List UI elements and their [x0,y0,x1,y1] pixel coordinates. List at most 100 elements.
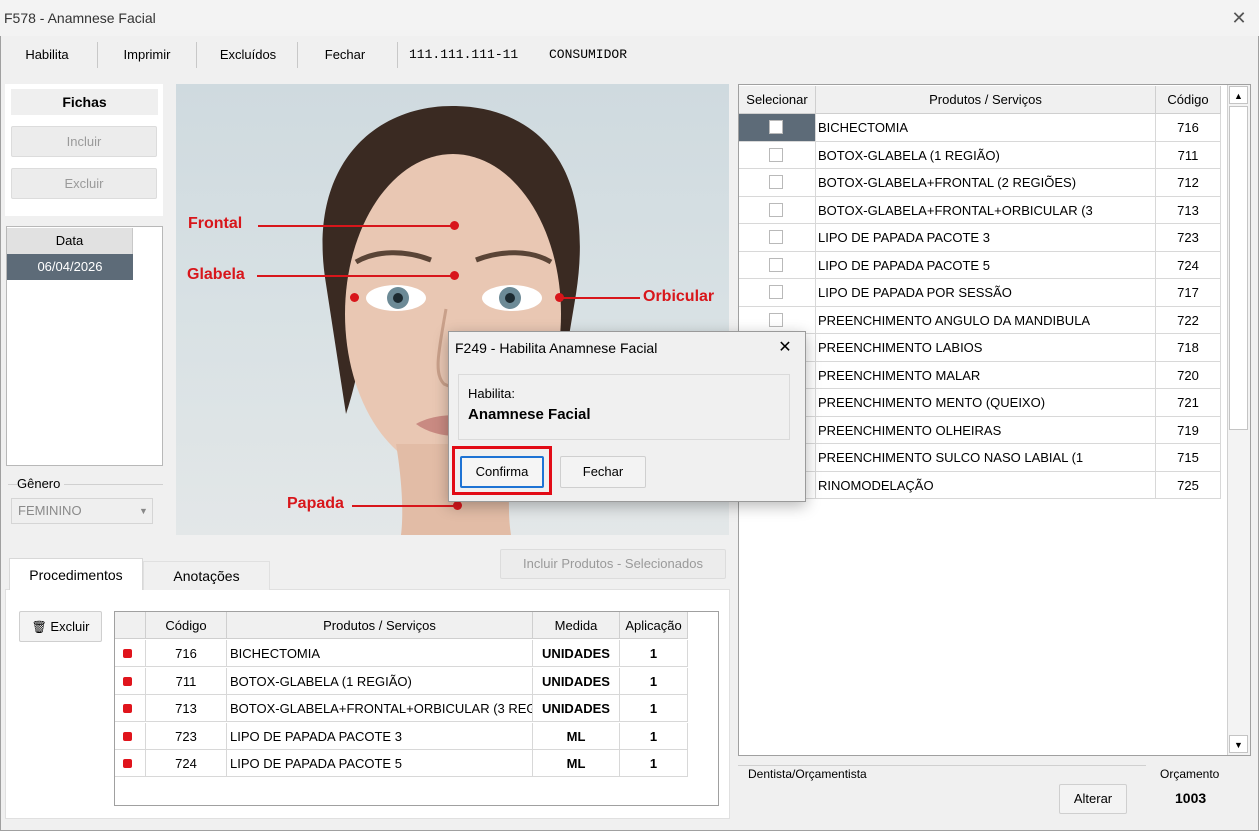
tab-anotacoes[interactable]: Anotações [143,561,270,590]
produto-nome[interactable]: PREENCHIMENTO ANGULO DA MANDIBULA [816,306,1156,334]
scrollbar-thumb[interactable] [1229,106,1248,430]
procedimento-produto[interactable]: BICHECTOMIA [227,640,533,667]
habilita-button[interactable]: Habilita [16,44,78,66]
indicator-header [115,612,146,639]
produto-nome[interactable]: PREENCHIMENTO LABIOS [816,334,1156,362]
select-checkbox[interactable] [769,175,783,189]
incluir-selecionados-button[interactable]: Incluir Produtos - Selecionados [500,549,726,579]
procedimento-aplicacao[interactable]: 1 [620,750,688,777]
glabela-line [257,275,454,277]
imprimir-button[interactable]: Imprimir [114,44,180,66]
produto-codigo[interactable]: 718 [1156,334,1221,362]
produto-codigo[interactable]: 717 [1156,279,1221,307]
status-dot-icon [123,649,132,658]
scroll-down-arrow-icon[interactable]: ▼ [1229,735,1248,753]
produto-nome[interactable]: LIPO DE PAPADA PACOTE 5 [816,251,1156,279]
column-header-produtos-servicos[interactable]: Produtos / Serviços [816,86,1156,114]
select-cell[interactable] [739,224,816,252]
produto-nome[interactable]: PREENCHIMENTO MENTO (QUEIXO) [816,389,1156,417]
dialog-fechar-button[interactable]: Fechar [560,456,646,488]
fechar-button[interactable]: Fechar [312,44,378,66]
alterar-button[interactable]: Alterar [1059,784,1127,814]
produto-codigo[interactable]: 723 [1156,224,1221,252]
procedimento-aplicacao[interactable]: 1 [620,695,688,722]
produto-nome[interactable]: PREENCHIMENTO MALAR [816,361,1156,389]
procedimento-produto[interactable]: BOTOX-GLABELA (1 REGIÃO) [227,667,533,695]
select-checkbox[interactable] [769,230,783,244]
procedimento-medida[interactable]: ML [533,750,620,777]
select-checkbox[interactable] [769,285,783,299]
produto-codigo[interactable]: 713 [1156,196,1221,224]
window-close-button[interactable]: ✕ [1226,6,1252,30]
procedimento-medida[interactable]: UNIDADES [533,640,620,667]
select-cell[interactable] [739,196,816,224]
produto-nome[interactable]: BOTOX-GLABELA+FRONTAL (2 REGIÕES) [816,169,1156,197]
select-cell[interactable] [739,279,816,307]
excluidos-button[interactable]: Excluídos [210,44,286,66]
select-cell[interactable] [739,141,816,169]
procedimento-aplicacao[interactable]: 1 [620,640,688,667]
produto-codigo[interactable]: 721 [1156,389,1221,417]
produto-nome[interactable]: PREENCHIMENTO OLHEIRAS [816,416,1156,444]
data-row-selected[interactable]: 06/04/2026 [7,254,133,280]
trash-icon: 🗑 [31,620,47,634]
row-indicator [115,750,146,777]
procedimento-medida[interactable]: UNIDADES [533,667,620,695]
procedimento-medida[interactable]: UNIDADES [533,695,620,722]
produto-codigo[interactable]: 719 [1156,416,1221,444]
produto-nome[interactable]: BICHECTOMIA [816,114,1156,142]
select-checkbox[interactable] [769,120,783,134]
column-header-produtos[interactable]: Produtos / Serviços [227,612,533,639]
select-checkbox[interactable] [769,147,783,162]
scroll-up-arrow-icon[interactable]: ▲ [1229,86,1248,104]
procedimento-codigo[interactable]: 716 [146,640,227,667]
produto-codigo[interactable]: 715 [1156,444,1221,472]
dialog-title: F249 - Habilita Anamnese Facial [455,340,658,356]
procedimento-codigo[interactable]: 723 [146,722,227,750]
cpf-text: 111.111.111-11 [409,47,519,62]
procedimento-medida[interactable]: ML [533,722,620,750]
select-cell[interactable] [739,306,816,334]
produto-codigo[interactable]: 712 [1156,169,1221,197]
procedimento-produto[interactable]: LIPO DE PAPADA PACOTE 5 [227,750,533,777]
incluir-ficha-button[interactable]: Incluir [11,126,157,157]
select-checkbox[interactable] [769,257,783,272]
select-cell[interactable] [739,114,816,142]
column-header-medida[interactable]: Medida [533,612,620,639]
procedimento-aplicacao[interactable]: 1 [620,722,688,750]
produto-nome[interactable]: LIPO DE PAPADA PACOTE 3 [816,224,1156,252]
select-cell[interactable] [739,251,816,279]
column-header-codigo[interactable]: Código [146,612,227,639]
excluir-procedimento-button[interactable]: 🗑 Excluir [19,611,102,642]
produto-nome[interactable]: BOTOX-GLABELA+FRONTAL+ORBICULAR (3 [816,196,1156,224]
column-header-selecionar[interactable]: Selecionar [739,86,816,114]
produto-codigo[interactable]: 725 [1156,471,1221,499]
produto-codigo[interactable]: 711 [1156,141,1221,169]
select-cell[interactable] [739,169,816,197]
procedimento-aplicacao[interactable]: 1 [620,667,688,695]
tab-procedimentos[interactable]: Procedimentos [9,558,143,590]
produto-nome[interactable]: RINOMODELAÇÃO [816,471,1156,499]
produto-nome[interactable]: BOTOX-GLABELA (1 REGIÃO) [816,141,1156,169]
produto-codigo[interactable]: 716 [1156,114,1221,142]
genero-label: Gênero [17,476,65,491]
chevron-down-icon[interactable]: ▼ [136,500,151,522]
column-header-codigo-r[interactable]: Código [1156,86,1221,114]
procedimento-codigo[interactable]: 713 [146,695,227,722]
dialog-close-button[interactable]: ✕ [772,336,798,360]
produto-nome[interactable]: PREENCHIMENTO SULCO NASO LABIAL (1 [816,444,1156,472]
select-checkbox[interactable] [769,312,783,327]
procedimento-codigo[interactable]: 711 [146,667,227,695]
procedimento-produto[interactable]: BOTOX-GLABELA+FRONTAL+ORBICULAR (3 REG [227,695,533,722]
column-header-aplicacao[interactable]: Aplicação [620,612,688,639]
genero-select[interactable]: FEMININO [11,498,153,524]
procedimento-produto[interactable]: LIPO DE PAPADA PACOTE 3 [227,722,533,750]
orbicular-left-marker [350,293,359,302]
procedimento-codigo[interactable]: 724 [146,750,227,777]
produto-codigo[interactable]: 720 [1156,361,1221,389]
produto-nome[interactable]: LIPO DE PAPADA POR SESSÃO [816,279,1156,307]
excluir-ficha-button[interactable]: Excluir [11,168,157,199]
select-checkbox[interactable] [769,202,783,217]
produto-codigo[interactable]: 722 [1156,306,1221,334]
produto-codigo[interactable]: 724 [1156,251,1221,279]
